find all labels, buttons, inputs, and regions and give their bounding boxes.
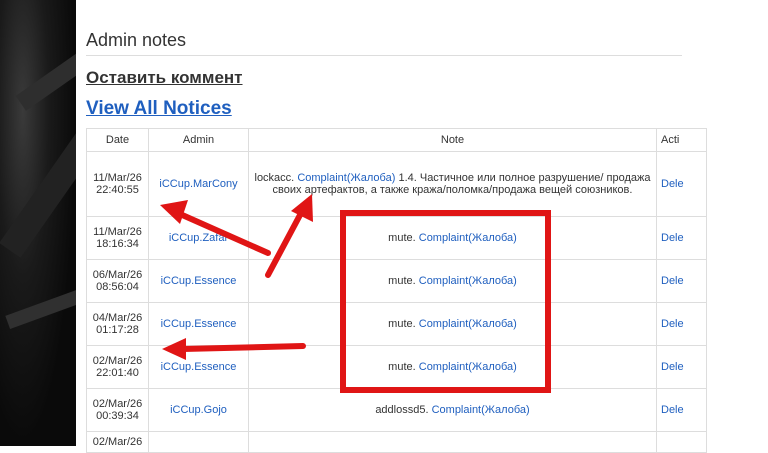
table-row: 04/Mar/26 01:17:28 iCCup.Essence mute. C…: [86, 302, 707, 346]
note-text: mute.: [388, 232, 416, 244]
right-margin: [700, 0, 768, 446]
column-header-note: Note: [248, 128, 657, 152]
delete-link[interactable]: Dele: [661, 275, 684, 287]
admin-link[interactable]: iCCup.Zafar: [169, 232, 228, 244]
complaint-link[interactable]: Complaint(Жалоба): [419, 361, 517, 373]
date-cell: 02/Mar/26 00:39:34: [86, 388, 149, 432]
view-all-notices-link[interactable]: View All Notices: [86, 98, 232, 120]
date-cell: 11/Mar/26 18:16:34: [86, 216, 149, 260]
table-row: 02/Mar/26: [86, 431, 707, 453]
table-row: 11/Mar/26 18:16:34 iCCup.Zafar mute. Com…: [86, 216, 707, 260]
divider: [86, 55, 682, 56]
admin-notes-panel: Admin notes Оставить коммент View All No…: [86, 0, 707, 453]
date-cell: 06/Mar/26 08:56:04: [86, 259, 149, 303]
complaint-link[interactable]: Complaint(Жалоба): [419, 318, 517, 330]
delete-link[interactable]: Dele: [661, 404, 684, 416]
complaint-link[interactable]: Complaint(Жалоба): [419, 232, 517, 244]
delete-link[interactable]: Dele: [661, 178, 684, 190]
note-text: mute.: [388, 361, 416, 373]
table-row: 02/Mar/26 00:39:34 iCCup.Gojo addlossd5.…: [86, 388, 707, 432]
admin-link[interactable]: iCCup.MarCony: [159, 178, 237, 190]
table-row: 06/Mar/26 08:56:04 iCCup.Essence mute. C…: [86, 259, 707, 303]
delete-link[interactable]: Dele: [661, 361, 684, 373]
table-row: 02/Mar/26 22:01:40 iCCup.Essence mute. C…: [86, 345, 707, 389]
leave-comment-link[interactable]: Оставить коммент: [86, 68, 243, 88]
note-cell: addlossd5. Complaint(Жалоба): [248, 388, 657, 432]
note-text: addlossd5.: [375, 404, 429, 416]
section-title: Admin notes: [86, 30, 187, 50]
delete-link[interactable]: Dele: [661, 232, 684, 244]
notes-table: Date Admin Note Acti 11/Mar/26 22:40:55 …: [86, 128, 707, 453]
note-text: lockacc.: [254, 172, 295, 184]
note-cell: mute. Complaint(Жалоба): [248, 216, 657, 260]
note-text: mute.: [388, 275, 416, 287]
complaint-link[interactable]: Complaint(Жалоба): [432, 404, 530, 416]
background-artwork: [0, 0, 76, 446]
note-cell: mute. Complaint(Жалоба): [248, 259, 657, 303]
admin-link[interactable]: iCCup.Essence: [161, 361, 237, 373]
note-cell: lockacc. Complaint(Жалоба) 1.4. Частично…: [248, 151, 657, 217]
column-header-action: Acti: [656, 128, 707, 152]
delete-link[interactable]: Dele: [661, 318, 684, 330]
table-row: 11/Mar/26 22:40:55 iCCup.MarCony lockacc…: [86, 151, 707, 217]
complaint-link[interactable]: Complaint(Жалоба): [297, 172, 395, 184]
complaint-link[interactable]: Complaint(Жалоба): [419, 275, 517, 287]
admin-link[interactable]: iCCup.Essence: [161, 275, 237, 287]
note-text: mute.: [388, 318, 416, 330]
note-cell: mute. Complaint(Жалоба): [248, 345, 657, 389]
admin-link[interactable]: iCCup.Essence: [161, 318, 237, 330]
table-header-row: Date Admin Note Acti: [86, 128, 707, 152]
date-cell: 04/Mar/26 01:17:28: [86, 302, 149, 346]
date-cell: 02/Mar/26 22:01:40: [86, 345, 149, 389]
note-cell: mute. Complaint(Жалоба): [248, 302, 657, 346]
column-header-admin: Admin: [148, 128, 249, 152]
date-cell: 02/Mar/26: [86, 431, 149, 453]
column-header-date: Date: [86, 128, 149, 152]
admin-link[interactable]: iCCup.Gojo: [170, 404, 227, 416]
date-cell: 11/Mar/26 22:40:55: [86, 151, 149, 217]
